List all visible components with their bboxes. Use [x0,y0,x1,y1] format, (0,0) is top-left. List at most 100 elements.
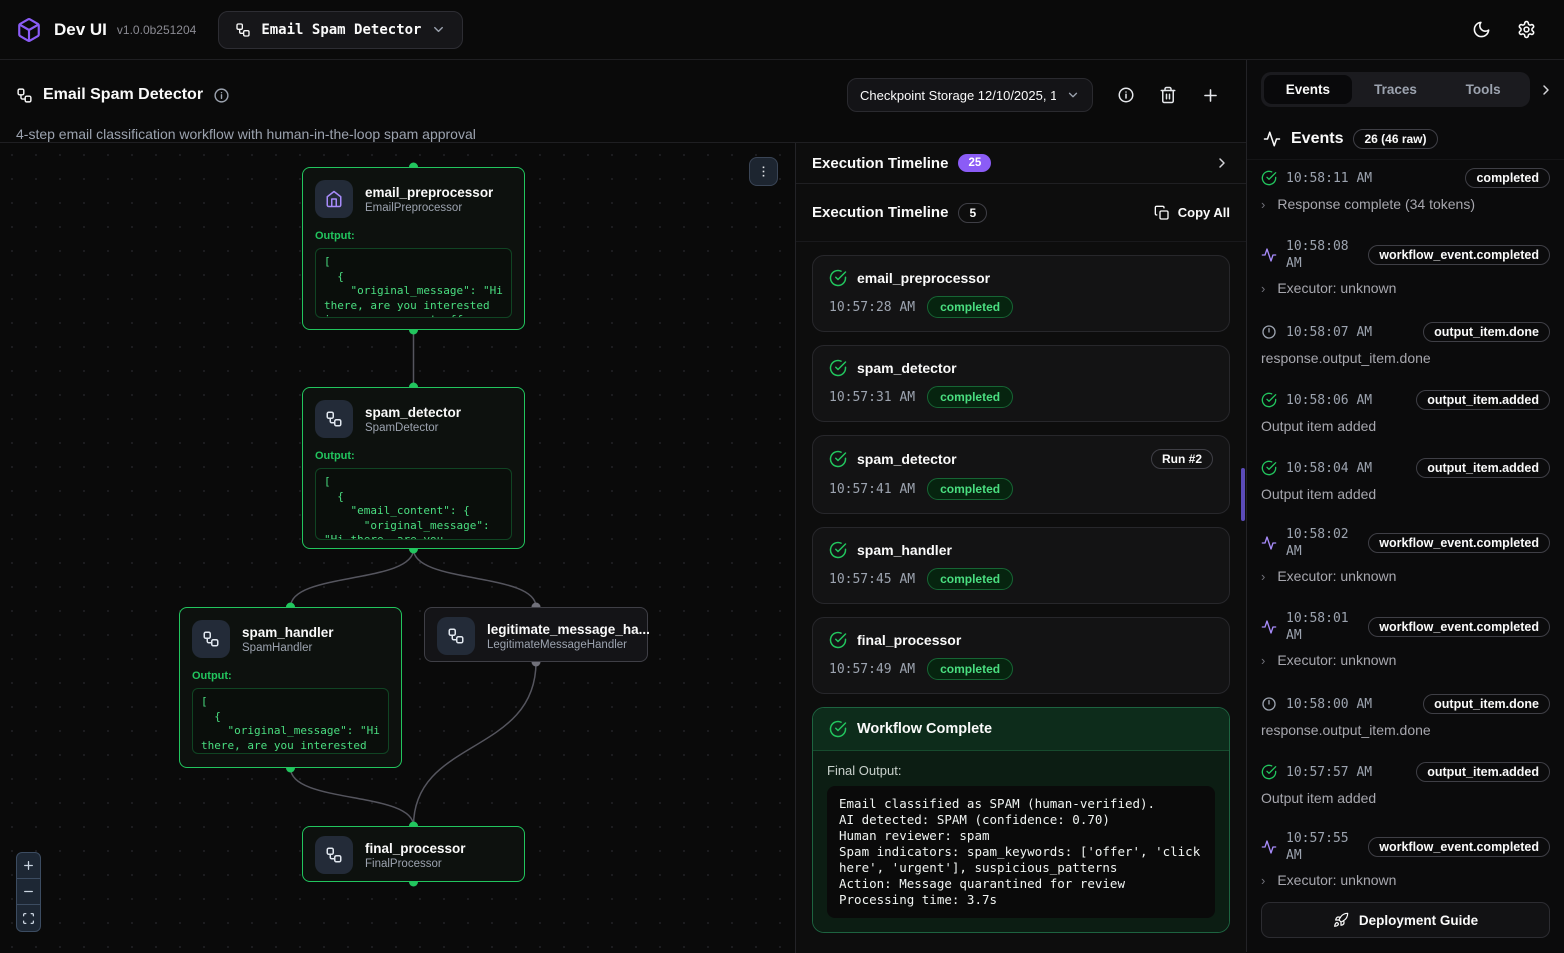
checkpoint-info-button[interactable] [1117,86,1135,104]
event-item[interactable]: 10:58:02 AM workflow_event.completed › E… [1261,526,1550,586]
settings-button[interactable] [1517,20,1536,39]
plus-icon [22,859,35,872]
add-button[interactable] [1201,86,1220,105]
collapse-panel-button[interactable] [1214,155,1230,171]
pulse-icon [1263,130,1281,148]
event-time: 10:58:11 AM [1286,170,1372,187]
fit-view-button[interactable] [17,905,40,931]
timeline-entry-time: 10:57:41 AM [829,482,915,497]
checkpoint-selector[interactable]: Checkpoint Storage 12/10/2025, 10:5 [847,78,1093,112]
run-number-badge: Run #2 [1151,449,1213,469]
timeline-entry-time: 10:57:31 AM [829,390,915,405]
event-time: 10:58:02 AM [1286,526,1359,560]
event-time: 10:58:07 AM [1286,324,1372,341]
chevron-right-icon: › [1261,652,1265,670]
node-legitimate-message-handler[interactable]: legitimate_message_ha... LegitimateMessa… [424,607,648,662]
workflow-complete-card: Workflow Complete Final Output: Email cl… [812,707,1230,933]
deployment-guide-button[interactable]: Deployment Guide [1261,902,1550,938]
chevron-down-icon [431,22,446,37]
event-item[interactable]: 10:58:07 AM output_item.done › response.… [1261,322,1550,366]
timeline-entry-card[interactable]: spam_detector Run #2 10:57:41 AM complet… [812,435,1230,514]
event-detail: Output item added [1261,486,1376,502]
node-title: spam_detector [365,405,461,420]
theme-toggle-button[interactable] [1472,20,1491,39]
timeline-entry-card[interactable]: email_preprocessor 10:57:28 AM completed [812,255,1230,332]
kebab-menu-icon [756,164,771,179]
chevron-right-icon: › [1261,280,1265,298]
copy-all-label: Copy All [1178,205,1230,220]
info-icon[interactable] [213,87,230,104]
copy-all-button[interactable]: Copy All [1154,205,1230,221]
delete-checkpoint-button[interactable] [1159,86,1177,104]
check-circle-icon [829,631,847,649]
workflow-icon [315,400,353,438]
canvas-zoom-controls [16,852,41,932]
check-icon [1261,764,1277,780]
node-spam-handler[interactable]: spam_handler SpamHandler Output: [ { "or… [179,607,402,768]
timeline-entries: email_preprocessor 10:57:28 AM completed… [812,255,1230,694]
event-item[interactable]: 10:57:57 AM output_item.added › Output i… [1261,762,1550,806]
event-item[interactable]: 10:58:11 AM completed › Response complet… [1261,168,1550,214]
zoom-in-button[interactable] [17,853,40,879]
events-title: Events [1291,130,1343,148]
tab-traces[interactable]: Traces [1352,75,1440,104]
timeline-list-title: Execution Timeline [812,204,948,221]
event-item[interactable]: 10:57:55 AM workflow_event.completed › E… [1261,830,1550,890]
chevron-right-icon: › [1261,872,1265,890]
event-time: 10:58:04 AM [1286,460,1372,477]
node-title: legitimate_message_ha... [487,622,650,637]
event-detail: Executor: unknown [1277,652,1396,668]
check-circle-icon [829,359,847,377]
event-time: 10:58:08 AM [1286,238,1359,272]
event-type-badge: completed [1465,168,1550,188]
home-icon [315,180,353,218]
pulse-icon [1261,839,1277,855]
rocket-icon [1333,912,1349,928]
tab-events[interactable]: Events [1264,75,1352,104]
node-title: email_preprocessor [365,185,493,200]
workflow-icon [315,836,353,874]
workflow-selector[interactable]: Email Spam Detector [218,11,463,49]
node-email-preprocessor[interactable]: email_preprocessor EmailPreprocessor Out… [302,167,525,330]
pulse-icon [1261,535,1277,551]
event-type-badge: output_item.done [1423,694,1550,714]
timeline-entry-card[interactable]: spam_handler 10:57:45 AM completed [812,527,1230,604]
timeline-entry-card[interactable]: spam_detector 10:57:31 AM completed [812,345,1230,422]
expand-panel-button[interactable] [1538,82,1554,98]
workflow-canvas[interactable]: email_preprocessor EmailPreprocessor Out… [0,143,795,953]
timeline-entry-card[interactable]: final_processor 10:57:49 AM completed [812,617,1230,694]
app-logo-icon [16,17,42,43]
timeline-entries-list: email_preprocessor 10:57:28 AM completed… [796,242,1246,943]
event-detail: Executor: unknown [1277,568,1396,584]
node-title: final_processor [365,841,466,856]
scrollbar-thumb[interactable] [1241,468,1245,521]
workflow-icon [192,620,230,658]
event-time: 10:58:06 AM [1286,392,1372,409]
zoom-out-button[interactable] [17,879,40,905]
node-spam-detector[interactable]: spam_detector SpamDetector Output: [ { "… [302,387,525,549]
panel-tabs: Events Traces Tools [1261,72,1530,107]
tab-tools[interactable]: Tools [1439,75,1527,104]
event-detail: response.output_item.done [1261,350,1431,366]
app-name: Dev UI [54,20,107,40]
canvas-menu-button[interactable] [749,157,778,186]
execution-timeline-panel: Execution Timeline 25 Execution Timeline… [795,143,1246,953]
status-badge: completed [927,386,1013,408]
timeline-entry-name: email_preprocessor [857,270,990,286]
event-type-badge: workflow_event.completed [1368,533,1550,553]
event-item[interactable]: 10:58:08 AM workflow_event.completed › E… [1261,238,1550,298]
event-item[interactable]: 10:58:00 AM output_item.done › response.… [1261,694,1550,738]
node-subtitle: EmailPreprocessor [365,202,493,214]
timeline-entry-name: spam_detector [857,360,957,376]
workflow-icon [16,87,33,104]
gear-icon [1517,20,1536,39]
workflow-complete-title: Workflow Complete [857,721,992,737]
node-title: spam_handler [242,625,334,640]
top-header: Dev UI v1.0.0b251204 Email Spam Detector [0,0,1564,60]
event-item[interactable]: 10:58:04 AM output_item.added › Output i… [1261,458,1550,502]
event-item[interactable]: 10:58:01 AM workflow_event.completed › E… [1261,610,1550,670]
event-detail: Output item added [1261,790,1376,806]
event-item[interactable]: 10:58:06 AM output_item.added › Output i… [1261,390,1550,434]
node-final-processor[interactable]: final_processor FinalProcessor [302,826,525,882]
pulse-icon [1261,247,1277,263]
